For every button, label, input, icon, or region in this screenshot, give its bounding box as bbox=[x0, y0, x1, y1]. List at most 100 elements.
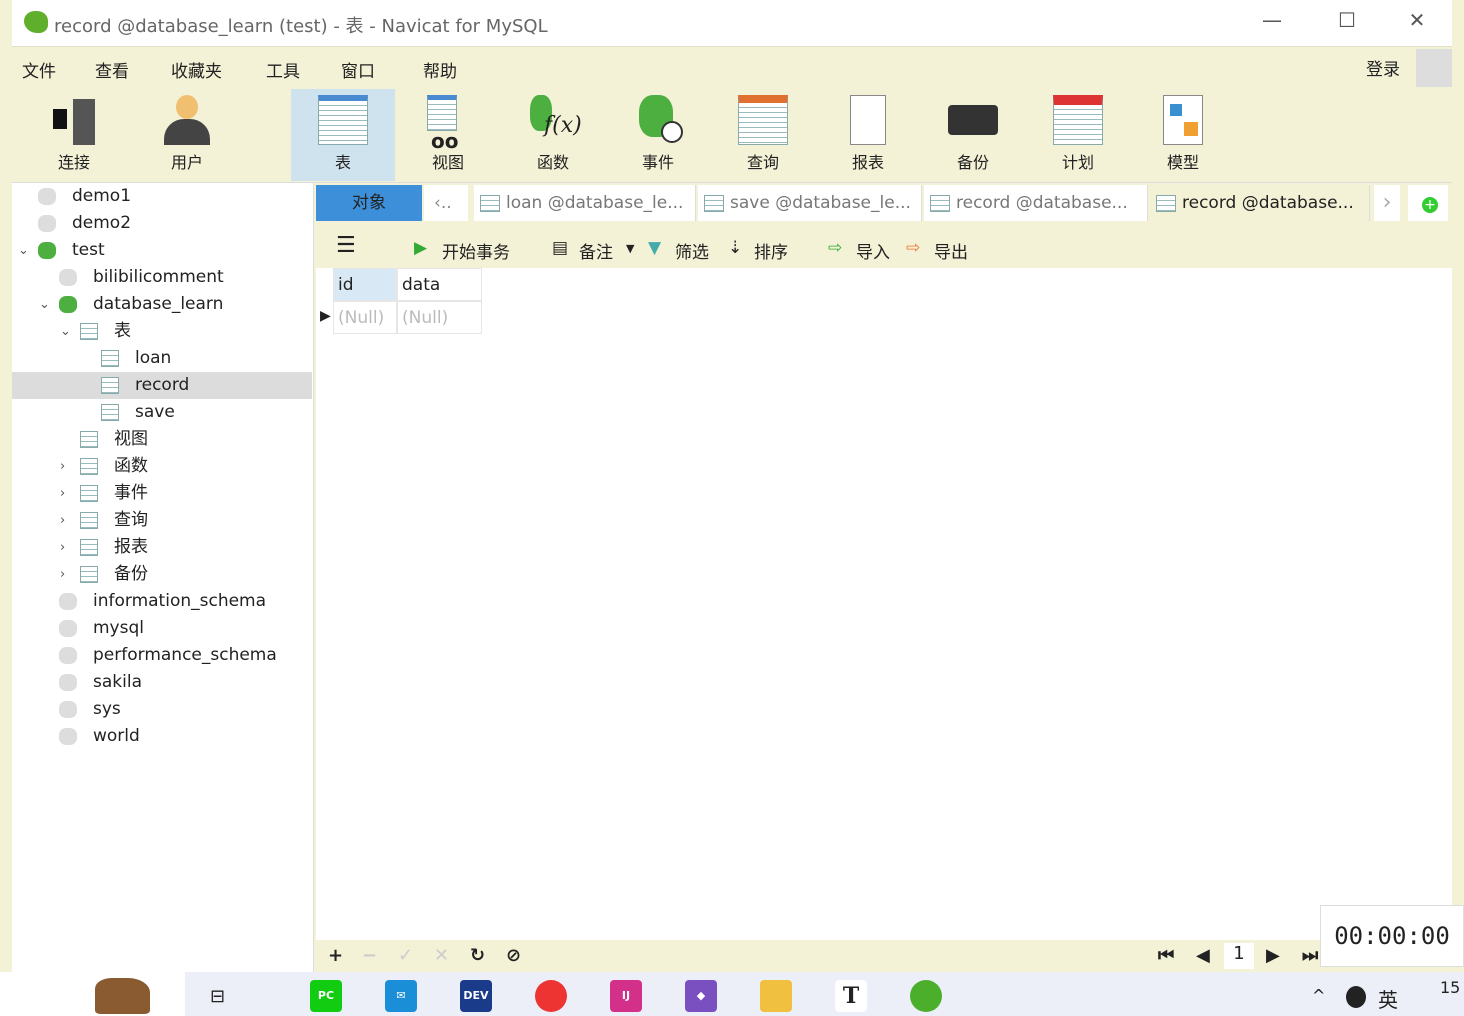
page-number[interactable]: 1 bbox=[1224, 943, 1254, 969]
chevron-right-icon[interactable]: › bbox=[60, 453, 65, 480]
chevron-down-icon[interactable]: ⌄ bbox=[60, 318, 71, 345]
tree-item--[interactable]: › 函数 bbox=[12, 453, 312, 480]
next-page-icon[interactable]: ▶ bbox=[1266, 945, 1280, 966]
cell-data[interactable]: (Null) bbox=[397, 301, 482, 334]
menu-file[interactable]: 文件 bbox=[22, 57, 56, 82]
new-tab-button[interactable]: + bbox=[1408, 185, 1448, 221]
tree-item-world[interactable]: world bbox=[12, 723, 312, 750]
toolbar-event[interactable]: 事件 bbox=[606, 89, 710, 181]
tree-item-save[interactable]: save bbox=[12, 399, 312, 426]
menu-favorites[interactable]: 收藏夹 bbox=[171, 57, 222, 82]
chevron-right-icon[interactable]: › bbox=[1374, 185, 1400, 221]
tree-item-loan[interactable]: loan bbox=[12, 345, 312, 372]
tree-item--[interactable]: › 查询 bbox=[12, 507, 312, 534]
toolbar-function[interactable]: f(x) 函数 bbox=[501, 89, 605, 181]
tree-item-information-schema[interactable]: information_schema bbox=[12, 588, 312, 615]
discard-icon[interactable]: ✕ bbox=[434, 945, 449, 966]
tree-item-test[interactable]: ⌄ test bbox=[12, 237, 312, 264]
tree-item--[interactable]: › 报表 bbox=[12, 534, 312, 561]
tab-scroll-left[interactable]: ‹.. bbox=[424, 185, 468, 221]
menu-window[interactable]: 窗口 bbox=[341, 57, 375, 82]
toolbar-table[interactable]: 表 bbox=[291, 89, 395, 181]
tray-chevron-up-icon[interactable]: ^ bbox=[1312, 986, 1325, 1005]
refresh-icon[interactable]: ↻ bbox=[470, 945, 485, 966]
typora-icon[interactable]: T bbox=[835, 980, 867, 1012]
toolbar-report[interactable]: 报表 bbox=[816, 89, 920, 181]
toolbar-model[interactable]: 模型 bbox=[1131, 89, 1235, 181]
filter-button[interactable]: 筛选 bbox=[675, 238, 709, 263]
menu-help[interactable]: 帮助 bbox=[423, 57, 457, 82]
data-grid[interactable]: id data ▶ (Null) (Null) bbox=[316, 268, 1452, 940]
tree-item-bilibilicomment[interactable]: bilibilicomment bbox=[12, 264, 312, 291]
tree-item--[interactable]: › 备份 bbox=[12, 561, 312, 588]
chevron-down-icon[interactable]: ⌄ bbox=[18, 237, 29, 264]
sort-button[interactable]: 排序 bbox=[754, 238, 788, 263]
tab-save[interactable]: save @database_le... bbox=[698, 185, 922, 221]
intellij-icon[interactable]: IJ bbox=[610, 980, 642, 1012]
tree-item-demo1[interactable]: demo1 bbox=[12, 183, 312, 210]
memo-dropdown-icon[interactable]: ▼ bbox=[626, 242, 634, 255]
clock[interactable]: 15 bbox=[1440, 978, 1460, 997]
last-page-icon[interactable]: ⏭ bbox=[1302, 945, 1318, 966]
tree-item-demo2[interactable]: demo2 bbox=[12, 210, 312, 237]
file-explorer-icon[interactable] bbox=[760, 980, 792, 1012]
menu-view[interactable]: 查看 bbox=[95, 57, 129, 82]
toolbar-connect[interactable]: 连接 bbox=[22, 89, 126, 181]
devcpp-icon[interactable]: DEV bbox=[460, 980, 492, 1012]
tree-item-sys[interactable]: sys bbox=[12, 696, 312, 723]
export-button[interactable]: 导出 bbox=[934, 238, 968, 263]
begin-transaction-button[interactable]: 开始事务 bbox=[442, 238, 510, 263]
tree-item-label: bilibilicomment bbox=[93, 267, 224, 287]
tab-record-active[interactable]: record @database... bbox=[1150, 185, 1370, 221]
tree-item-record[interactable]: record bbox=[12, 372, 312, 399]
tree-item--[interactable]: ⌄ 表 bbox=[12, 318, 312, 345]
prev-page-icon[interactable]: ◀ bbox=[1196, 945, 1210, 966]
delete-record-icon[interactable]: − bbox=[362, 945, 377, 966]
avatar[interactable] bbox=[1416, 49, 1452, 87]
toolbar-query[interactable]: 查询 bbox=[711, 89, 815, 181]
tree-item-database-learn[interactable]: ⌄ database_learn bbox=[12, 291, 312, 318]
import-button[interactable]: 导入 bbox=[856, 238, 890, 263]
chevron-right-icon[interactable]: › bbox=[60, 534, 65, 561]
add-record-icon[interactable]: + bbox=[328, 945, 343, 966]
toolbar-schedule[interactable]: 计划 bbox=[1026, 89, 1130, 181]
tree-item-mysql[interactable]: mysql bbox=[12, 615, 312, 642]
column-header-data[interactable]: data bbox=[397, 268, 482, 301]
chevron-down-icon[interactable]: ⌄ bbox=[39, 291, 50, 318]
apply-icon[interactable]: ✓ bbox=[398, 945, 413, 966]
cell-id[interactable]: (Null) bbox=[333, 301, 397, 334]
navigation-tree[interactable]: demo1 demo2 ⌄ test bilibilicomment ⌄ database_… bbox=[12, 183, 314, 973]
navicat-taskbar-icon[interactable] bbox=[910, 980, 942, 1012]
chevron-right-icon[interactable]: › bbox=[60, 561, 65, 588]
mail-icon[interactable]: ✉ bbox=[385, 980, 417, 1012]
tree-item--[interactable]: › 事件 bbox=[12, 480, 312, 507]
stop-icon[interactable]: ⊘ bbox=[506, 945, 521, 966]
ime-indicator[interactable]: 英 bbox=[1378, 984, 1398, 1013]
task-view-icon[interactable]: ⊟ bbox=[210, 986, 225, 1007]
pycharm-icon[interactable]: PC bbox=[310, 980, 342, 1012]
chevron-right-icon[interactable]: › bbox=[60, 507, 65, 534]
tab-loan[interactable]: loan @database_le... bbox=[474, 185, 696, 221]
toolbar-view[interactable]: oo 视图 bbox=[396, 89, 500, 181]
tree-item-performance-schema[interactable]: performance_schema bbox=[12, 642, 312, 669]
qq-icon[interactable] bbox=[1346, 986, 1366, 1008]
maximize-button[interactable]: ☐ bbox=[1327, 8, 1367, 32]
first-page-icon[interactable]: ⏮ bbox=[1158, 945, 1174, 966]
chrome-icon[interactable] bbox=[535, 980, 567, 1012]
memo-button[interactable]: 备注 bbox=[579, 238, 613, 263]
close-button[interactable]: ✕ bbox=[1397, 8, 1437, 32]
login-link[interactable]: 登录 bbox=[1366, 55, 1400, 80]
tree-item-sakila[interactable]: sakila bbox=[12, 669, 312, 696]
menu-tools[interactable]: 工具 bbox=[266, 57, 300, 82]
tab-objects[interactable]: 对象 bbox=[316, 185, 422, 221]
chevron-right-icon[interactable]: › bbox=[60, 480, 65, 507]
tab-record-1[interactable]: record @database... bbox=[924, 185, 1148, 221]
menu-hamburger-icon[interactable]: ☰ bbox=[336, 233, 356, 258]
okapi-thumbnail[interactable] bbox=[0, 972, 185, 1016]
tree-item--[interactable]: 视图 bbox=[12, 426, 312, 453]
visual-studio-icon[interactable]: ◆ bbox=[685, 980, 717, 1012]
minimize-button[interactable]: — bbox=[1252, 8, 1292, 32]
toolbar-backup[interactable]: 备份 bbox=[921, 89, 1025, 181]
toolbar-user[interactable]: 用户 bbox=[135, 89, 239, 181]
column-header-id[interactable]: id bbox=[333, 268, 397, 301]
